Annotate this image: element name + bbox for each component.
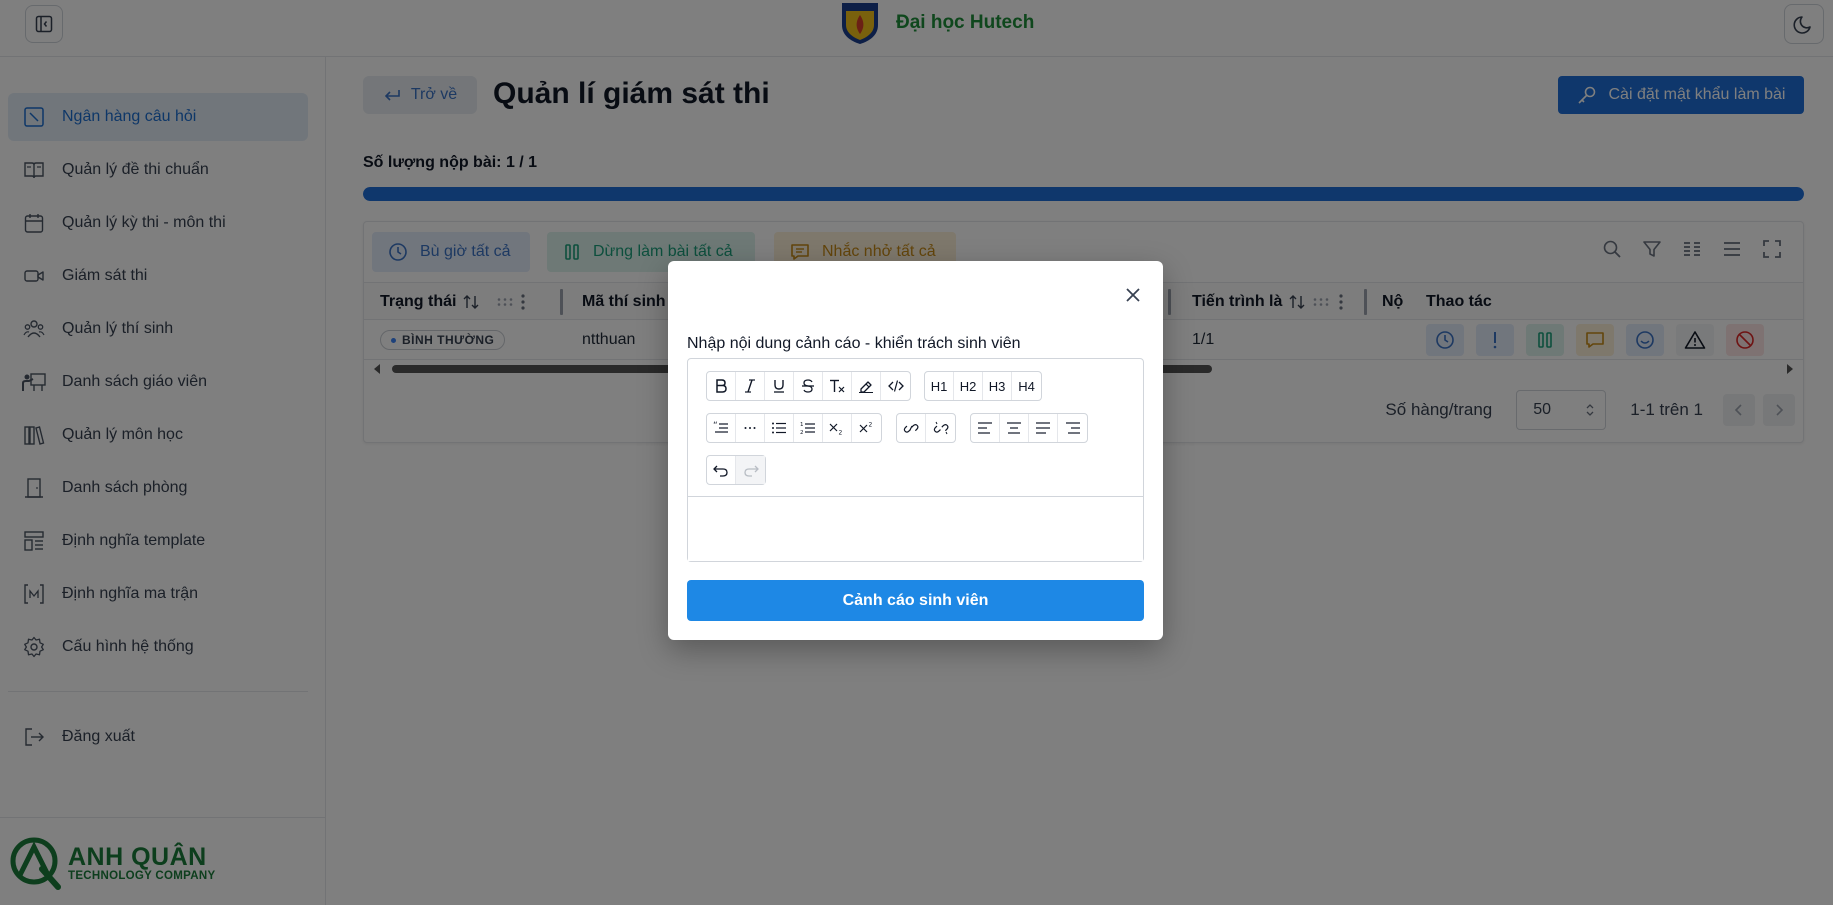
- bold-icon: [716, 379, 727, 393]
- highlight-button[interactable]: [852, 372, 881, 400]
- highlighter-icon: [859, 381, 873, 393]
- svg-text:1: 1: [800, 422, 804, 428]
- unlink-icon: [933, 421, 949, 435]
- link-icon: [903, 423, 919, 433]
- warning-input-label: Nhập nội dung cảnh cáo - khiển trách sin…: [687, 335, 1021, 352]
- strikethrough-button[interactable]: [794, 372, 823, 400]
- heading-3-button[interactable]: H3: [983, 372, 1012, 400]
- clear-format-button[interactable]: [823, 372, 852, 400]
- align-justify-button[interactable]: [1029, 414, 1058, 442]
- align-right-icon: [1065, 422, 1080, 434]
- align-left-button[interactable]: [971, 414, 1000, 442]
- underline-icon: [774, 380, 784, 393]
- warn-student-button[interactable]: Cảnh cáo sinh viên: [687, 580, 1144, 621]
- underline-button[interactable]: [765, 372, 794, 400]
- warning-modal: Nhập nội dung cảnh cáo - khiển trách sin…: [668, 261, 1163, 640]
- undo-button[interactable]: [707, 456, 736, 484]
- superscript-button[interactable]: 2: [852, 414, 881, 442]
- svg-text:2: 2: [800, 430, 804, 435]
- block-group: “ 12 2 2: [706, 413, 882, 443]
- horizontal-rule-icon: [744, 427, 756, 429]
- code-icon: [887, 380, 904, 392]
- bullet-list-icon: [772, 422, 786, 434]
- align-left-icon: [978, 422, 992, 434]
- bold-button[interactable]: [707, 372, 736, 400]
- clear-format-icon: [830, 379, 845, 393]
- align-right-button[interactable]: [1058, 414, 1087, 442]
- align-justify-icon: [1036, 422, 1050, 434]
- heading-4-button[interactable]: H4: [1012, 372, 1041, 400]
- close-icon: [1126, 288, 1140, 302]
- bullet-list-button[interactable]: [765, 414, 794, 442]
- svg-text:2: 2: [868, 422, 872, 429]
- subscript-button[interactable]: 2: [823, 414, 852, 442]
- ordered-list-icon: 12: [800, 422, 815, 435]
- unlink-button[interactable]: [926, 414, 955, 442]
- close-button[interactable]: [1121, 283, 1145, 307]
- italic-icon: [745, 379, 755, 393]
- strikethrough-icon: [802, 379, 814, 393]
- ordered-list-button[interactable]: 12: [794, 414, 823, 442]
- alignment-group: [970, 413, 1088, 443]
- svg-text:“: “: [713, 421, 718, 431]
- horizontal-rule-button[interactable]: [736, 414, 765, 442]
- history-group: [706, 455, 766, 485]
- superscript-icon: 2: [859, 422, 872, 433]
- link-group: [896, 413, 956, 443]
- blockquote-icon: “: [713, 421, 728, 433]
- heading-group: H1 H2 H3 H4: [924, 371, 1042, 401]
- code-button[interactable]: [881, 372, 910, 400]
- align-center-button[interactable]: [1000, 414, 1029, 442]
- undo-icon: [713, 465, 728, 477]
- blockquote-button[interactable]: “: [707, 414, 736, 442]
- svg-text:2: 2: [839, 430, 843, 436]
- rich-text-editor: H1 H2 H3 H4 “ 12 2 2: [687, 358, 1144, 562]
- align-center-icon: [1007, 422, 1021, 434]
- heading-1-button[interactable]: H1: [925, 372, 954, 400]
- editor-toolbar: H1 H2 H3 H4 “ 12 2 2: [688, 359, 1143, 497]
- subscript-icon: 2: [829, 423, 843, 436]
- heading-2-button[interactable]: H2: [954, 372, 983, 400]
- editor-content-area[interactable]: [688, 497, 1143, 561]
- redo-icon: [743, 465, 759, 477]
- format-group: [706, 371, 911, 401]
- italic-button[interactable]: [736, 372, 765, 400]
- redo-button[interactable]: [736, 456, 765, 484]
- link-button[interactable]: [897, 414, 926, 442]
